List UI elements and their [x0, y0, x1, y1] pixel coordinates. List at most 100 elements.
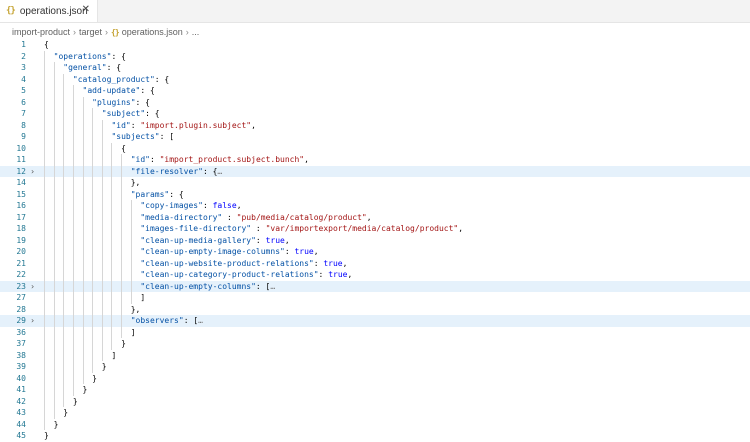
code-token: : — [149, 155, 160, 164]
indent-guide — [72, 349, 74, 361]
indent-guide — [101, 154, 103, 166]
folded-ellipsis[interactable]: … — [198, 316, 203, 325]
indent-guide — [111, 200, 113, 212]
code-line[interactable]: 7 "subject": { — [0, 108, 750, 120]
breadcrumb-item-target[interactable]: target — [79, 27, 102, 37]
code-line[interactable]: 16 "copy-images": false, — [0, 200, 750, 212]
indent-guide — [53, 119, 55, 131]
json-file-icon: {} — [111, 27, 120, 37]
indent-guide — [101, 315, 103, 327]
indent-guide — [101, 223, 103, 235]
code-text: "clean-up-category-product-relations": t… — [44, 269, 352, 281]
chevron-right-icon: › — [105, 27, 109, 37]
code-line[interactable]: 9 "subjects": [ — [0, 131, 750, 143]
code-line[interactable]: 39 } — [0, 361, 750, 373]
indent-guide — [63, 338, 65, 350]
code-line[interactable]: 40 } — [0, 373, 750, 385]
indent-guide — [92, 119, 94, 131]
code-token: "clean-up-media-gallery" — [140, 235, 256, 245]
tab-operations-json[interactable]: {} operations.json ✕ — [0, 0, 98, 22]
code-line[interactable]: 2 "operations": { — [0, 51, 750, 63]
code-line[interactable]: 8 "id": "import.plugin.subject", — [0, 120, 750, 132]
indent-guide — [82, 303, 84, 315]
code-line[interactable]: 17 "media-directory" : "pub/media/catalo… — [0, 212, 750, 224]
breadcrumb-item-ellipsis[interactable]: ... — [192, 27, 200, 37]
code-line[interactable]: 1{ — [0, 39, 750, 51]
code-token: , — [313, 247, 319, 256]
line-number: 41 — [16, 385, 26, 394]
code-line[interactable]: 44 } — [0, 419, 750, 431]
indent-guide — [63, 154, 65, 166]
indent-guide — [121, 292, 123, 304]
code-line[interactable]: 27 ] — [0, 292, 750, 304]
indent-guide — [121, 280, 123, 292]
code-line[interactable]: 4 "catalog_product": { — [0, 74, 750, 86]
code-line[interactable]: 43 } — [0, 407, 750, 419]
code-line[interactable]: 42 } — [0, 396, 750, 408]
code-text: } — [44, 373, 97, 385]
indent-guide — [72, 361, 74, 373]
indent-guide — [82, 280, 84, 292]
indent-guide — [53, 62, 55, 74]
code-line[interactable]: 14 }, — [0, 177, 750, 189]
code-line[interactable]: 41 } — [0, 384, 750, 396]
code-line[interactable]: 45} — [0, 430, 750, 442]
breadcrumb-item-file[interactable]: operations.json — [122, 27, 183, 37]
indent-guide — [53, 269, 55, 281]
code-line[interactable]: 3 "general": { — [0, 62, 750, 74]
code-line[interactable]: 37 } — [0, 338, 750, 350]
code-line[interactable]: 11 "id": "import_product.subject.bunch", — [0, 154, 750, 166]
code-line[interactable]: 29 › "observers": [… — [0, 315, 750, 327]
code-line[interactable]: 15 "params": { — [0, 189, 750, 201]
indent-guide — [44, 154, 45, 166]
code-line[interactable]: 28 }, — [0, 304, 750, 316]
indent-guide — [63, 395, 65, 407]
indent-guide — [121, 223, 123, 235]
code-line[interactable]: 5 "add-update": { — [0, 85, 750, 97]
indent-guide — [111, 165, 113, 177]
folded-ellipsis[interactable]: … — [270, 282, 275, 291]
indent-guide — [63, 257, 65, 269]
code-line[interactable]: 18 "images-file-directory" : "var/import… — [0, 223, 750, 235]
code-text: } — [44, 338, 126, 350]
indent-guide — [72, 119, 74, 131]
fold-chevron-icon[interactable]: › — [31, 166, 34, 178]
code-line[interactable]: 21 "clean-up-website-product-relations":… — [0, 258, 750, 270]
code-line[interactable]: 23 › "clean-up-empty-columns": [… — [0, 280, 750, 293]
code-line[interactable]: 10 { — [0, 143, 750, 155]
line-number: 37 — [16, 339, 26, 348]
code-line[interactable]: 22 "clean-up-category-product-relations"… — [0, 269, 750, 281]
code-line[interactable]: 38 ] — [0, 350, 750, 362]
close-icon[interactable]: ✕ — [82, 4, 90, 15]
code-line[interactable]: 6 "plugins": { — [0, 97, 750, 109]
indent-guide — [53, 200, 55, 212]
code-token: "var/importexport/media/catalog/product" — [265, 224, 459, 233]
breadcrumb-item-import-product[interactable]: import-product — [12, 27, 70, 37]
code-line[interactable]: 12 › "file-resolver": {… — [0, 165, 750, 178]
fold-chevron-icon[interactable]: › — [31, 281, 34, 293]
indent-guide — [111, 188, 113, 200]
indent-guide — [82, 200, 84, 212]
indent-guide — [92, 280, 94, 292]
indent-guide — [63, 361, 65, 373]
code-line[interactable]: 19 "clean-up-media-gallery": true, — [0, 235, 750, 247]
indent-guide — [101, 338, 103, 350]
code-line[interactable]: 20 "clean-up-empty-image-columns": true, — [0, 246, 750, 258]
indent-guide — [72, 142, 74, 154]
line-number: 40 — [16, 373, 26, 383]
folded-ellipsis[interactable]: … — [217, 167, 222, 176]
code-token: } — [101, 362, 107, 371]
indent-guide — [44, 131, 45, 143]
indent-guide — [44, 50, 45, 62]
fold-chevron-icon[interactable]: › — [31, 315, 34, 327]
indent-guide — [82, 188, 84, 200]
indent-guide — [44, 188, 45, 200]
indent-guide — [111, 303, 113, 315]
code-line[interactable]: 36 ] — [0, 327, 750, 339]
code-editor[interactable]: 1{2 "operations": {3 "general": {4 "cata… — [0, 37, 750, 441]
code-token: : { — [169, 189, 184, 199]
indent-guide — [44, 418, 45, 430]
